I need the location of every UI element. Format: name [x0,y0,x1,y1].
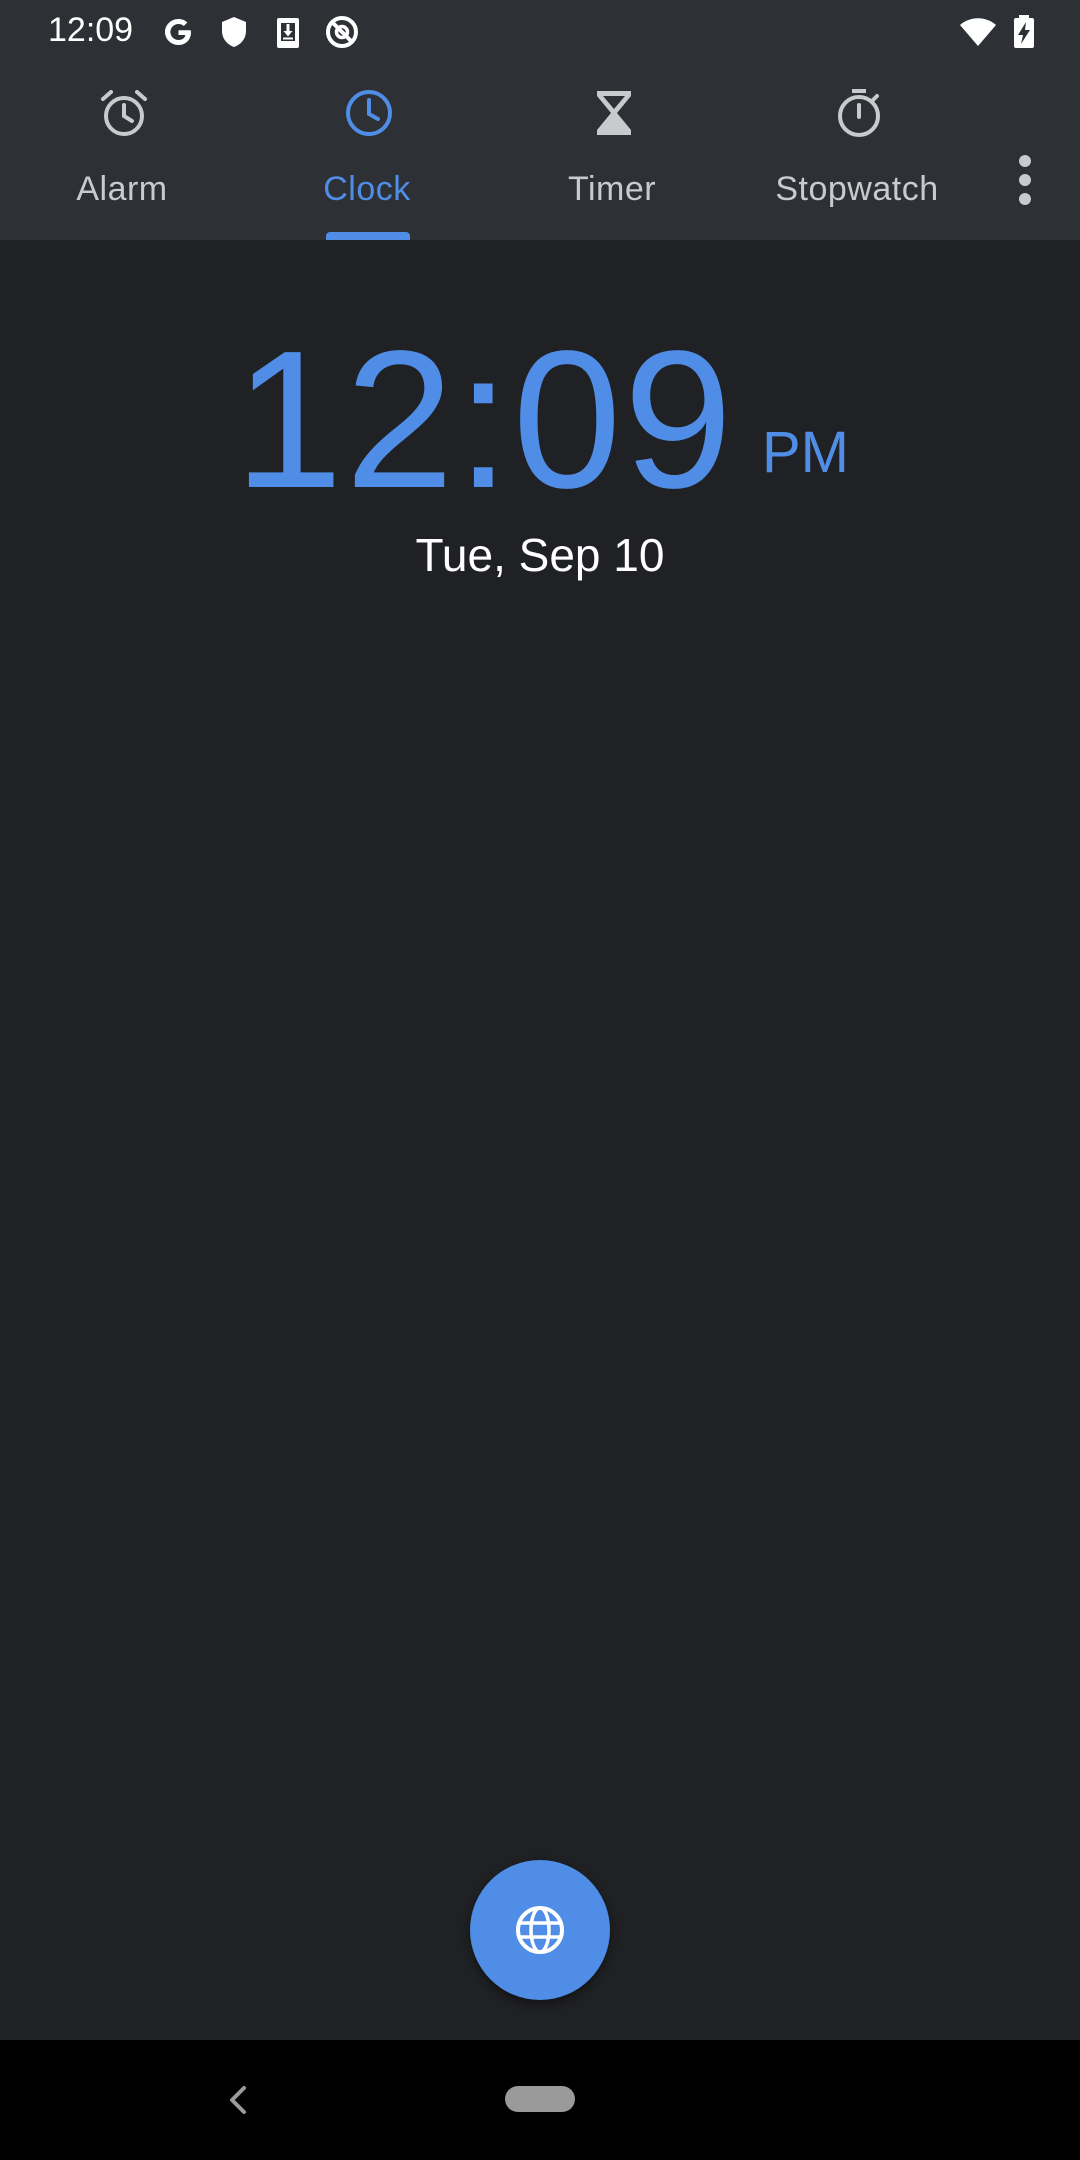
clock-time: 12:09 [234,310,735,529]
more-vert-icon[interactable] [1000,105,1050,205]
home-pill-icon[interactable] [505,2086,575,2112]
back-chevron-icon[interactable] [218,2076,258,2124]
shield-icon [214,12,254,52]
tab-stopwatch[interactable]: Stopwatch [737,60,977,240]
clock-ampm: PM [762,420,849,485]
status-time: 12:09 [48,11,134,49]
tab-label-timer: Timer [567,170,657,208]
digital-clock: 12:09 PM [0,300,1080,520]
world-clock-button[interactable] [470,1860,610,2000]
tab-alarm[interactable]: Alarm [2,60,242,240]
clock-icon [342,86,396,140]
active-tab-indicator [326,232,410,240]
clock-app-screen: 12:09 Alarm Clock Timer Stopwatch 12:09 … [0,0,1080,2160]
wifi-icon [958,12,998,52]
download-icon [268,12,308,52]
stopwatch-icon [832,86,886,140]
alarm-clock-icon [97,86,151,140]
battery-charging-icon [1004,12,1044,52]
tab-clock[interactable]: Clock [247,60,487,240]
hourglass-icon [587,86,641,140]
tab-timer[interactable]: Timer [492,60,732,240]
navigation-bar [0,2040,1080,2160]
tab-label-stopwatch: Stopwatch [775,170,939,208]
globe-icon [516,1906,564,1954]
status-bar: 12:09 [0,0,1080,60]
no-data-icon [322,12,362,52]
clock-date: Tue, Sep 10 [415,529,665,581]
tab-bar: Alarm Clock Timer Stopwatch [0,60,1080,240]
tab-label-alarm: Alarm [76,170,168,208]
google-g-icon [158,12,198,52]
tab-label-clock: Clock [323,170,411,208]
